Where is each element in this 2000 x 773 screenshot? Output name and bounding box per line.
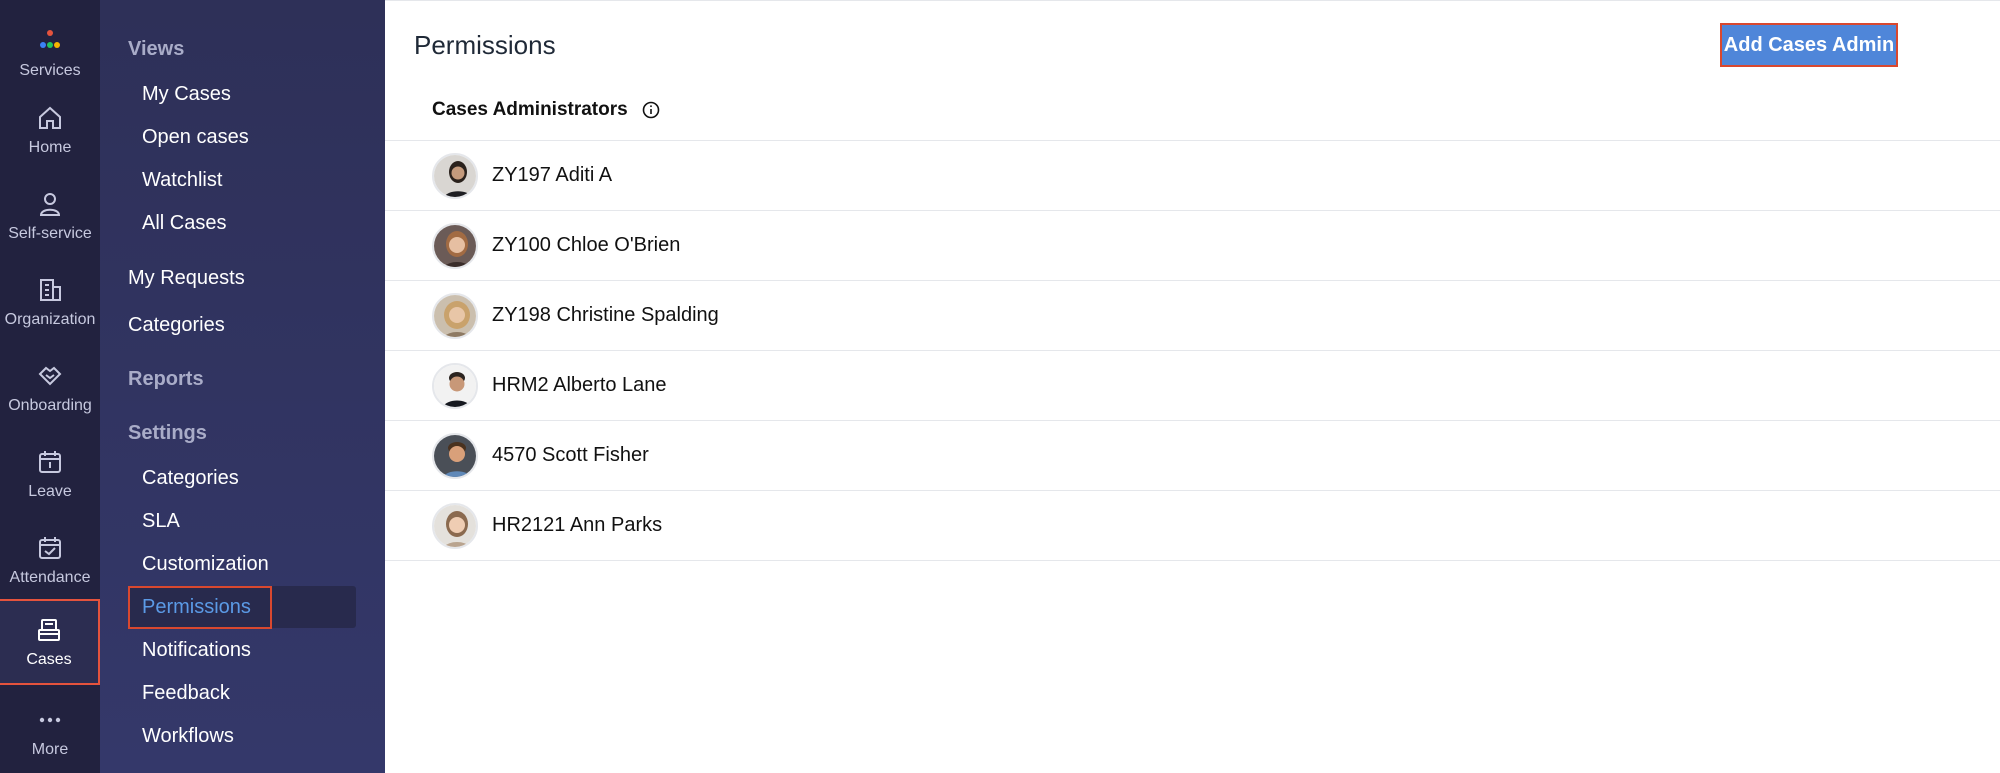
admin-row[interactable]: 4570 Scott Fisher (385, 421, 2000, 491)
settings-heading: Settings (128, 422, 207, 444)
nav-sla[interactable]: SLA (142, 510, 180, 533)
rail-label: Home (28, 139, 72, 156)
avatar (432, 222, 478, 269)
main-content: Permissions Add Cases Admin Cases Admini… (385, 0, 2000, 773)
avatar (432, 502, 478, 549)
rail-item-onboarding[interactable]: Onboarding (0, 345, 100, 431)
avatar (432, 432, 478, 479)
nav-customization[interactable]: Customization (142, 553, 269, 576)
rail-label: Attendance (9, 569, 91, 586)
nav-workflows[interactable]: Workflows (142, 725, 234, 748)
page-title: Permissions (414, 30, 556, 60)
views-heading: Views (128, 38, 185, 60)
nav-permissions[interactable]: Permissions (142, 596, 251, 619)
admin-name: HRM2 Alberto Lane (492, 374, 667, 396)
rail-item-home[interactable]: Home (0, 87, 100, 173)
nav-open-cases[interactable]: Open cases (142, 126, 249, 149)
nav-all-cases[interactable]: All Cases (142, 212, 226, 235)
admin-name: 4570 Scott Fisher (492, 444, 649, 466)
rail-label: Onboarding (8, 397, 92, 414)
nav-feedback[interactable]: Feedback (142, 682, 230, 705)
admin-row[interactable]: ZY198 Christine Spalding (385, 281, 2000, 351)
home-icon (35, 103, 65, 133)
nav-my-cases[interactable]: My Cases (142, 83, 231, 106)
calendar-icon (35, 447, 65, 477)
nav-categories[interactable]: Categories (128, 314, 225, 337)
admin-name: HR2121 Ann Parks (492, 514, 663, 536)
calendar-check-icon (35, 533, 65, 563)
cases-icon (34, 615, 64, 645)
app-rail: Services Home Self-service Organization … (0, 0, 100, 773)
rail-item-cases[interactable]: Cases (0, 599, 100, 685)
nav-reports[interactable]: Reports (128, 368, 204, 391)
nav-notifications[interactable]: Notifications (142, 639, 251, 662)
avatar (432, 292, 478, 339)
person-icon (35, 189, 65, 219)
avatar (432, 362, 478, 409)
section-header: Cases Administrators (432, 99, 660, 121)
handshake-icon (35, 361, 65, 391)
rail-item-attendance[interactable]: Attendance (0, 517, 100, 603)
rail-item-more[interactable]: More (0, 689, 100, 773)
rail-item-services[interactable]: Services (0, 10, 100, 96)
add-cases-admin-button[interactable]: Add Cases Admin (1720, 23, 1898, 67)
nav-watchlist[interactable]: Watchlist (142, 169, 222, 192)
rail-label: Cases (26, 651, 72, 668)
rail-label: Organization (4, 311, 96, 328)
admin-row[interactable]: HR2121 Ann Parks (385, 491, 2000, 561)
admin-list: ZY197 Aditi A ZY100 Chloe O'Brien ZY198 … (385, 140, 2000, 561)
rail-item-leave[interactable]: Leave (0, 431, 100, 517)
admin-row[interactable]: ZY197 Aditi A (385, 141, 2000, 211)
building-icon (35, 275, 65, 305)
services-dots-icon (35, 26, 65, 56)
info-icon[interactable] (642, 101, 660, 119)
more-dots-icon (35, 705, 65, 735)
admin-name: ZY100 Chloe O'Brien (492, 234, 681, 256)
admin-name: ZY197 Aditi A (492, 164, 613, 186)
nav-settings-categories[interactable]: Categories (142, 467, 239, 490)
avatar (432, 152, 478, 199)
cases-subnav: Views My Cases Open cases Watchlist All … (100, 0, 385, 773)
admin-row[interactable]: ZY100 Chloe O'Brien (385, 211, 2000, 281)
rail-label: Leave (28, 483, 72, 500)
rail-item-organization[interactable]: Organization (0, 259, 100, 345)
admin-name: ZY198 Christine Spalding (492, 304, 719, 326)
rail-item-self-service[interactable]: Self-service (0, 173, 100, 259)
nav-my-requests[interactable]: My Requests (128, 267, 245, 290)
admin-row[interactable]: HRM2 Alberto Lane (385, 351, 2000, 421)
rail-label: More (31, 741, 69, 758)
rail-label: Self-service (8, 225, 92, 242)
section-title: Cases Administrators (432, 99, 628, 120)
rail-label: Services (19, 62, 81, 79)
